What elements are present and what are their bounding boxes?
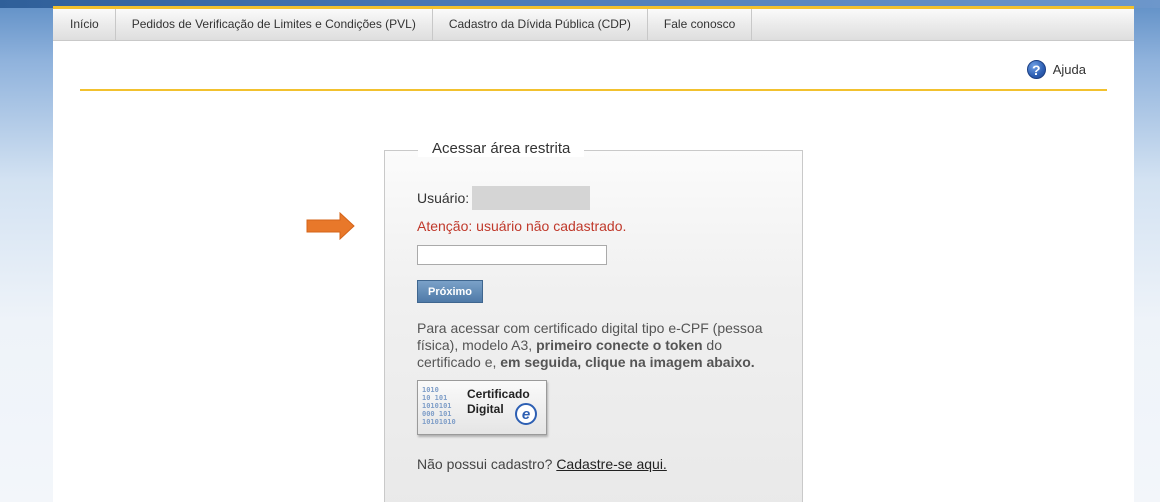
signup-text: Não possui cadastro? <box>417 456 553 472</box>
ecpf-logo-icon: e <box>515 403 537 425</box>
help-link[interactable]: ? Ajuda <box>1026 60 1086 79</box>
signup-link[interactable]: Cadastre-se aqui. <box>556 456 667 472</box>
cert-instructions: Para acessar com certificado digital tip… <box>417 320 787 371</box>
user-value-redacted <box>472 186 591 210</box>
cert-image-line2: Digital <box>467 402 504 416</box>
cert-instructions-bold-1: primeiro conecte o token <box>536 337 703 353</box>
digital-certificate-button[interactable]: 1010 10 101 1010101 000 101 10101010 Certifi… <box>417 380 547 435</box>
nav-item-inicio[interactable]: Início <box>53 9 116 40</box>
error-message: Atenção: usuário não cadastrado. <box>417 218 627 234</box>
nav-item-cdp[interactable]: Cadastro da Dívida Pública (CDP) <box>433 9 648 40</box>
code-input[interactable] <box>417 245 607 265</box>
main-nav: Início Pedidos de Verificação de Limites… <box>53 9 1134 41</box>
user-label: Usuário: <box>417 190 470 206</box>
cert-image-line1: Certificado <box>467 387 530 401</box>
restricted-area-panel: Acessar área restrita Usuário: Atenção: … <box>384 140 803 502</box>
help-icon: ? <box>1026 60 1046 79</box>
orange-arrow-icon <box>306 212 355 240</box>
page-container: Início Pedidos de Verificação de Limites… <box>53 6 1134 502</box>
next-button[interactable]: Próximo <box>417 280 483 303</box>
cert-instructions-bold-2: em seguida, clique na imagem abaixo. <box>500 354 755 370</box>
header-divider <box>80 89 1107 91</box>
nav-item-pvl[interactable]: Pedidos de Verificação de Limites e Cond… <box>116 9 433 40</box>
panel-legend: Acessar área restrita <box>418 140 585 157</box>
help-label: Ajuda <box>1052 62 1086 77</box>
nav-item-fale-conosco[interactable]: Fale conosco <box>648 9 753 40</box>
signup-row: Não possui cadastro? Cadastre-se aqui. <box>417 456 667 472</box>
user-row: Usuário: <box>417 186 591 210</box>
